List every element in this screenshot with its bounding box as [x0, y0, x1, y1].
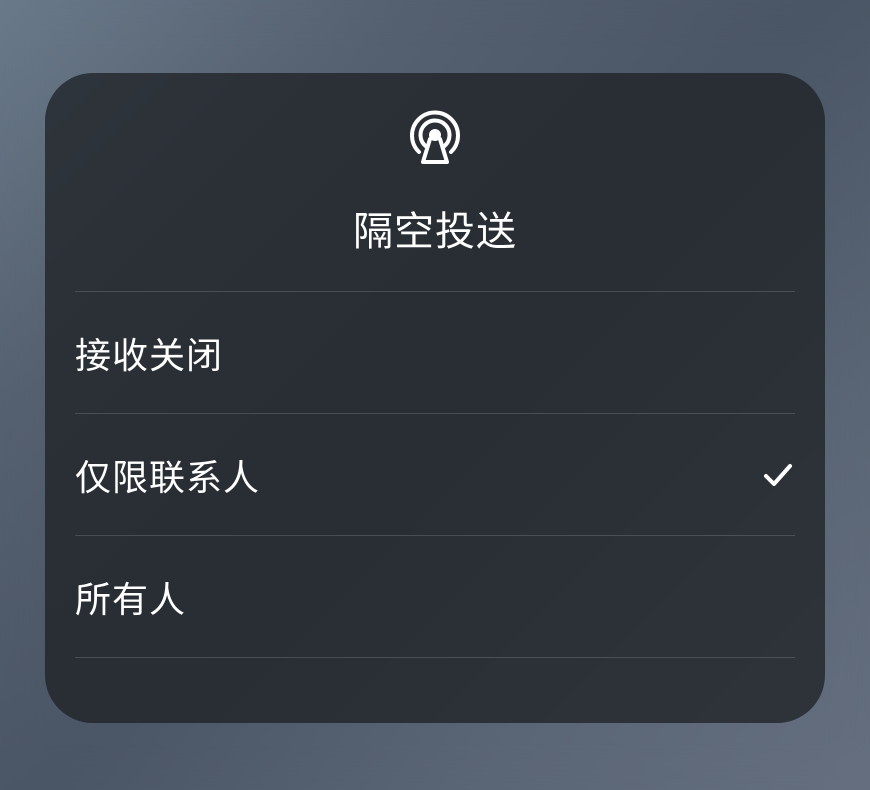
option-everyone[interactable]: 所有人 — [75, 535, 795, 657]
option-label: 所有人 — [75, 571, 186, 623]
divider — [75, 657, 795, 658]
checkmark-icon — [761, 458, 795, 492]
option-contacts-only[interactable]: 仅限联系人 — [75, 413, 795, 535]
panel-title: 隔空投送 — [353, 199, 517, 257]
panel-header: 隔空投送 — [45, 73, 825, 291]
options-list: 接收关闭 仅限联系人 所有人 — [45, 291, 825, 657]
option-label: 仅限联系人 — [75, 449, 260, 501]
option-receiving-off[interactable]: 接收关闭 — [75, 291, 795, 413]
airdrop-settings-panel: 隔空投送 接收关闭 仅限联系人 所有人 — [45, 73, 825, 723]
option-label: 接收关闭 — [75, 327, 223, 379]
airdrop-icon — [405, 105, 465, 165]
